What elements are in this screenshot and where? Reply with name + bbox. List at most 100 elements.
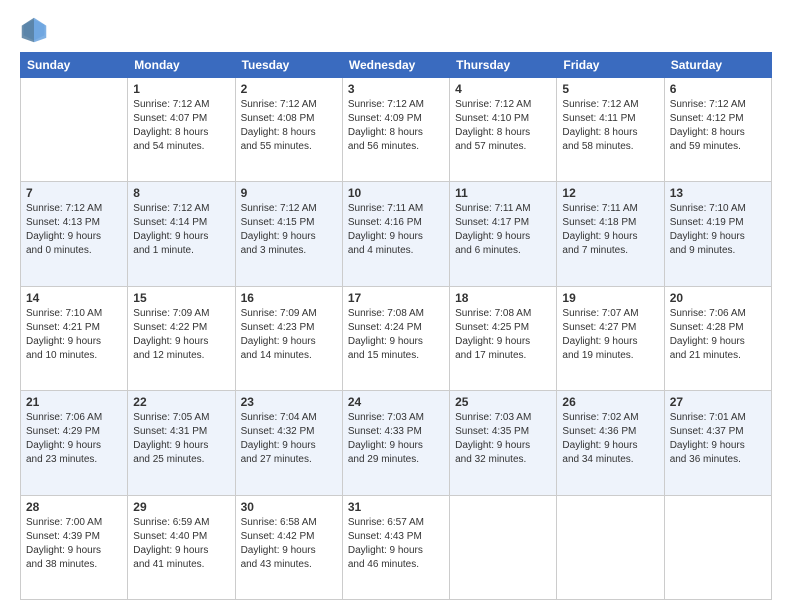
calendar-cell: 26 Sunrise: 7:02 AM Sunset: 4:36 PM Dayli… bbox=[557, 391, 664, 495]
calendar-cell bbox=[664, 495, 771, 599]
day-number: 6 bbox=[670, 82, 766, 96]
logo bbox=[20, 16, 52, 44]
calendar-cell: 24Sunrise: 7:03 AM Sunset: 4:33 PM Dayli… bbox=[342, 391, 449, 495]
calendar-cell: 29 Sunrise: 6:59 AM Sunset: 4:40 PM Dayli… bbox=[128, 495, 235, 599]
logo-icon bbox=[20, 16, 48, 44]
day-info: Sunrise: 7:02 AM Sunset: 4:36 PM Dayligh… bbox=[562, 411, 658, 467]
calendar-cell: 10 Sunrise: 7:11 AM Sunset: 4:16 PM Dayli… bbox=[342, 182, 449, 286]
day-number: 15 bbox=[133, 291, 229, 305]
calendar-cell: 28 Sunrise: 7:00 AM Sunset: 4:39 PM Dayli… bbox=[21, 495, 128, 599]
day-info: Sunrise: 7:12 AM Sunset: 4:14 PM Dayligh… bbox=[133, 202, 229, 258]
day-number: 28 bbox=[26, 500, 122, 514]
calendar-cell bbox=[21, 78, 128, 182]
day-info: Sunrise: 7:06 AM Sunset: 4:28 PM Dayligh… bbox=[670, 307, 766, 363]
week-row-3: 21 Sunrise: 7:06 AM Sunset: 4:29 PM Dayli… bbox=[21, 391, 772, 495]
calendar-cell: 18 Sunrise: 7:08 AM Sunset: 4:25 PM Dayli… bbox=[450, 286, 557, 390]
calendar-cell: 9 Sunrise: 7:12 AM Sunset: 4:15 PM Daylig… bbox=[235, 182, 342, 286]
day-number: 23 bbox=[241, 395, 337, 409]
day-info: Sunrise: 7:05 AM Sunset: 4:31 PM Dayligh… bbox=[133, 411, 229, 467]
day-info: Sunrise: 7:07 AM Sunset: 4:27 PM Dayligh… bbox=[562, 307, 658, 363]
day-info: Sunrise: 7:09 AM Sunset: 4:23 PM Dayligh… bbox=[241, 307, 337, 363]
day-number: 13 bbox=[670, 186, 766, 200]
header-saturday: Saturday bbox=[664, 53, 771, 78]
calendar-cell: 30Sunrise: 6:58 AM Sunset: 4:42 PM Dayli… bbox=[235, 495, 342, 599]
calendar-cell bbox=[557, 495, 664, 599]
day-number: 10 bbox=[348, 186, 444, 200]
day-info: Sunrise: 7:12 AM Sunset: 4:08 PM Dayligh… bbox=[241, 98, 337, 154]
day-number: 1 bbox=[133, 82, 229, 96]
calendar-cell: 7 Sunrise: 7:12 AM Sunset: 4:13 PM Daylig… bbox=[21, 182, 128, 286]
day-info: Sunrise: 7:12 AM Sunset: 4:13 PM Dayligh… bbox=[26, 202, 122, 258]
calendar-cell: 1 Sunrise: 7:12 AM Sunset: 4:07 PM Daylig… bbox=[128, 78, 235, 182]
week-row-4: 28 Sunrise: 7:00 AM Sunset: 4:39 PM Dayli… bbox=[21, 495, 772, 599]
day-info: Sunrise: 7:12 AM Sunset: 4:07 PM Dayligh… bbox=[133, 98, 229, 154]
day-number: 4 bbox=[455, 82, 551, 96]
header-tuesday: Tuesday bbox=[235, 53, 342, 78]
day-number: 17 bbox=[348, 291, 444, 305]
header-thursday: Thursday bbox=[450, 53, 557, 78]
day-info: Sunrise: 7:12 AM Sunset: 4:11 PM Dayligh… bbox=[562, 98, 658, 154]
page: SundayMondayTuesdayWednesdayThursdayFrid… bbox=[0, 0, 792, 612]
day-info: Sunrise: 7:03 AM Sunset: 4:33 PM Dayligh… bbox=[348, 411, 444, 467]
calendar-cell: 27Sunrise: 7:01 AM Sunset: 4:37 PM Dayli… bbox=[664, 391, 771, 495]
header-monday: Monday bbox=[128, 53, 235, 78]
day-number: 29 bbox=[133, 500, 229, 514]
day-info: Sunrise: 7:08 AM Sunset: 4:24 PM Dayligh… bbox=[348, 307, 444, 363]
day-number: 19 bbox=[562, 291, 658, 305]
day-info: Sunrise: 7:12 AM Sunset: 4:10 PM Dayligh… bbox=[455, 98, 551, 154]
day-info: Sunrise: 7:12 AM Sunset: 4:15 PM Dayligh… bbox=[241, 202, 337, 258]
calendar-cell: 5 Sunrise: 7:12 AM Sunset: 4:11 PM Daylig… bbox=[557, 78, 664, 182]
calendar-cell: 19 Sunrise: 7:07 AM Sunset: 4:27 PM Dayli… bbox=[557, 286, 664, 390]
day-number: 22 bbox=[133, 395, 229, 409]
calendar-cell: 16Sunrise: 7:09 AM Sunset: 4:23 PM Dayli… bbox=[235, 286, 342, 390]
calendar-cell: 22 Sunrise: 7:05 AM Sunset: 4:31 PM Dayli… bbox=[128, 391, 235, 495]
header-sunday: Sunday bbox=[21, 53, 128, 78]
calendar-cell: 31 Sunrise: 6:57 AM Sunset: 4:43 PM Dayli… bbox=[342, 495, 449, 599]
calendar-cell: 3Sunrise: 7:12 AM Sunset: 4:09 PM Daylig… bbox=[342, 78, 449, 182]
day-number: 2 bbox=[241, 82, 337, 96]
calendar-table: SundayMondayTuesdayWednesdayThursdayFrid… bbox=[20, 52, 772, 600]
day-number: 14 bbox=[26, 291, 122, 305]
calendar-cell: 15 Sunrise: 7:09 AM Sunset: 4:22 PM Dayli… bbox=[128, 286, 235, 390]
day-info: Sunrise: 7:01 AM Sunset: 4:37 PM Dayligh… bbox=[670, 411, 766, 467]
day-info: Sunrise: 7:10 AM Sunset: 4:21 PM Dayligh… bbox=[26, 307, 122, 363]
day-number: 11 bbox=[455, 186, 551, 200]
day-number: 3 bbox=[348, 82, 444, 96]
day-number: 5 bbox=[562, 82, 658, 96]
day-info: Sunrise: 7:03 AM Sunset: 4:35 PM Dayligh… bbox=[455, 411, 551, 467]
day-info: Sunrise: 6:57 AM Sunset: 4:43 PM Dayligh… bbox=[348, 516, 444, 572]
day-info: Sunrise: 7:11 AM Sunset: 4:17 PM Dayligh… bbox=[455, 202, 551, 258]
day-info: Sunrise: 7:04 AM Sunset: 4:32 PM Dayligh… bbox=[241, 411, 337, 467]
calendar-cell: 2 Sunrise: 7:12 AM Sunset: 4:08 PM Daylig… bbox=[235, 78, 342, 182]
day-info: Sunrise: 7:06 AM Sunset: 4:29 PM Dayligh… bbox=[26, 411, 122, 467]
day-number: 7 bbox=[26, 186, 122, 200]
header-friday: Friday bbox=[557, 53, 664, 78]
calendar-cell: 25Sunrise: 7:03 AM Sunset: 4:35 PM Dayli… bbox=[450, 391, 557, 495]
day-number: 31 bbox=[348, 500, 444, 514]
day-number: 21 bbox=[26, 395, 122, 409]
day-number: 9 bbox=[241, 186, 337, 200]
calendar-cell: 8 Sunrise: 7:12 AM Sunset: 4:14 PM Daylig… bbox=[128, 182, 235, 286]
calendar-cell bbox=[450, 495, 557, 599]
calendar-cell: 12Sunrise: 7:11 AM Sunset: 4:18 PM Dayli… bbox=[557, 182, 664, 286]
day-info: Sunrise: 7:00 AM Sunset: 4:39 PM Dayligh… bbox=[26, 516, 122, 572]
day-number: 8 bbox=[133, 186, 229, 200]
week-row-1: 7 Sunrise: 7:12 AM Sunset: 4:13 PM Daylig… bbox=[21, 182, 772, 286]
day-number: 26 bbox=[562, 395, 658, 409]
calendar-cell: 6 Sunrise: 7:12 AM Sunset: 4:12 PM Daylig… bbox=[664, 78, 771, 182]
calendar-cell: 14 Sunrise: 7:10 AM Sunset: 4:21 PM Dayli… bbox=[21, 286, 128, 390]
day-number: 18 bbox=[455, 291, 551, 305]
day-info: Sunrise: 6:59 AM Sunset: 4:40 PM Dayligh… bbox=[133, 516, 229, 572]
day-info: Sunrise: 7:12 AM Sunset: 4:12 PM Dayligh… bbox=[670, 98, 766, 154]
day-info: Sunrise: 7:10 AM Sunset: 4:19 PM Dayligh… bbox=[670, 202, 766, 258]
day-info: Sunrise: 7:08 AM Sunset: 4:25 PM Dayligh… bbox=[455, 307, 551, 363]
day-info: Sunrise: 7:09 AM Sunset: 4:22 PM Dayligh… bbox=[133, 307, 229, 363]
day-info: Sunrise: 6:58 AM Sunset: 4:42 PM Dayligh… bbox=[241, 516, 337, 572]
calendar-cell: 21 Sunrise: 7:06 AM Sunset: 4:29 PM Dayli… bbox=[21, 391, 128, 495]
calendar-cell: 11 Sunrise: 7:11 AM Sunset: 4:17 PM Dayli… bbox=[450, 182, 557, 286]
day-number: 20 bbox=[670, 291, 766, 305]
calendar-cell: 13 Sunrise: 7:10 AM Sunset: 4:19 PM Dayli… bbox=[664, 182, 771, 286]
calendar-cell: 23 Sunrise: 7:04 AM Sunset: 4:32 PM Dayli… bbox=[235, 391, 342, 495]
day-info: Sunrise: 7:11 AM Sunset: 4:16 PM Dayligh… bbox=[348, 202, 444, 258]
calendar-cell: 4 Sunrise: 7:12 AM Sunset: 4:10 PM Daylig… bbox=[450, 78, 557, 182]
